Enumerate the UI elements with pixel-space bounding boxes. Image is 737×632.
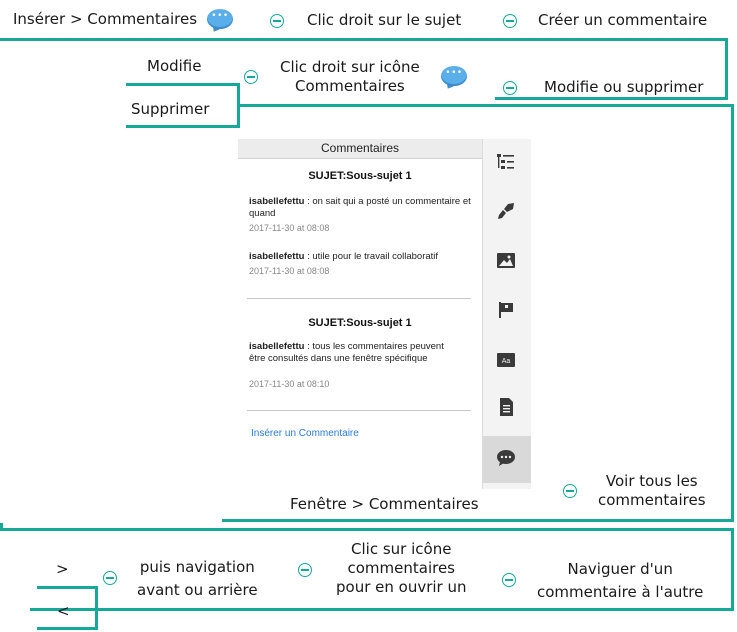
branch-line <box>95 586 98 630</box>
comment-date: 2017-11-30 at 08:08 <box>249 266 330 276</box>
branch-line <box>731 528 734 611</box>
branch-line <box>30 608 734 611</box>
view-all-comments-label: Voir tous les commentaires <box>598 472 706 509</box>
comment-bubble-icon <box>441 66 467 86</box>
click-icon-open-label: Clic sur icône commentaires pour en ouvr… <box>336 540 467 596</box>
branch-line <box>222 519 734 522</box>
svg-text:Aa: Aa <box>502 358 511 365</box>
minus-circle-icon <box>503 14 517 28</box>
panel-sidebar: Aa <box>482 139 531 489</box>
insert-comment-link[interactable]: Insérer un Commentaire <box>251 428 359 439</box>
window-comments-label: Fenêtre > Commentaires <box>290 495 479 513</box>
branch-line <box>495 97 728 100</box>
delete-label: Supprimer <box>131 100 210 118</box>
modify-or-delete-label: Modifie ou supprimer <box>544 78 704 96</box>
right-click-icon-label: Clic droit sur icône Commentaires <box>280 58 420 95</box>
comment-user: isabellefettu <box>249 341 305 352</box>
branch-line <box>126 125 240 128</box>
comment-user: isabellefettu <box>249 196 305 207</box>
comment-bubble-icon <box>207 9 233 29</box>
brush-icon[interactable] <box>496 202 516 220</box>
branch-line <box>238 104 734 107</box>
image-icon[interactable] <box>496 252 516 270</box>
create-comment-label: Créer un commentaire <box>538 11 708 29</box>
comment-user: isabellefettu <box>249 251 305 262</box>
navigate-comments-label: Naviguer d'un commentaire à l'autre <box>537 560 704 601</box>
minus-circle-icon <box>502 573 516 587</box>
minus-circle-icon <box>103 571 117 585</box>
comment-item[interactable]: isabellefettu : utile pour le travail co… <box>249 251 477 263</box>
divider <box>247 298 471 299</box>
branch-line <box>0 38 728 41</box>
branch-line <box>126 83 239 86</box>
comment-date: 2017-11-30 at 08:08 <box>249 223 330 233</box>
next-arrow-label: > <box>56 560 69 578</box>
panel-header: Commentaires <box>238 139 482 159</box>
comment-date: 2017-11-30 at 08:10 <box>249 379 330 389</box>
right-click-subject-label: Clic droit sur le sujet <box>307 11 462 29</box>
insert-comments-label: Insérer > Commentaires <box>13 10 198 28</box>
navigation-label: puis navigation avant ou arrière <box>137 558 258 599</box>
document-icon[interactable] <box>496 398 516 416</box>
comments-panel: Commentaires SUJET:Sous-sujet 1 isabelle… <box>238 139 531 489</box>
flag-icon[interactable] <box>496 301 516 319</box>
branch-line <box>37 586 98 589</box>
group-title: SUJET:Sous-sujet 1 <box>308 317 412 329</box>
branch-line <box>725 38 728 100</box>
outline-icon[interactable] <box>496 153 516 171</box>
minus-circle-icon <box>298 563 312 577</box>
minus-circle-icon <box>270 14 284 28</box>
minus-circle-icon <box>244 70 258 84</box>
previous-arrow-label: < <box>57 602 70 620</box>
comment-item[interactable]: isabellefettu : tous les commentaires pe… <box>249 341 454 365</box>
branch-line <box>731 104 734 522</box>
minus-circle-icon <box>503 81 517 95</box>
minus-circle-icon <box>563 484 577 498</box>
branch-line <box>37 627 98 630</box>
divider <box>247 410 471 411</box>
text-style-icon[interactable]: Aa <box>496 351 516 369</box>
comment-icon[interactable] <box>496 449 516 467</box>
comment-text: : utile pour le travail collaboratif <box>304 251 439 262</box>
comment-item[interactable]: isabellefettu : on sait qui a posté un c… <box>249 196 477 220</box>
modify-label: Modifie <box>147 57 202 75</box>
group-title: SUJET:Sous-sujet 1 <box>308 170 412 182</box>
branch-line <box>0 528 734 531</box>
